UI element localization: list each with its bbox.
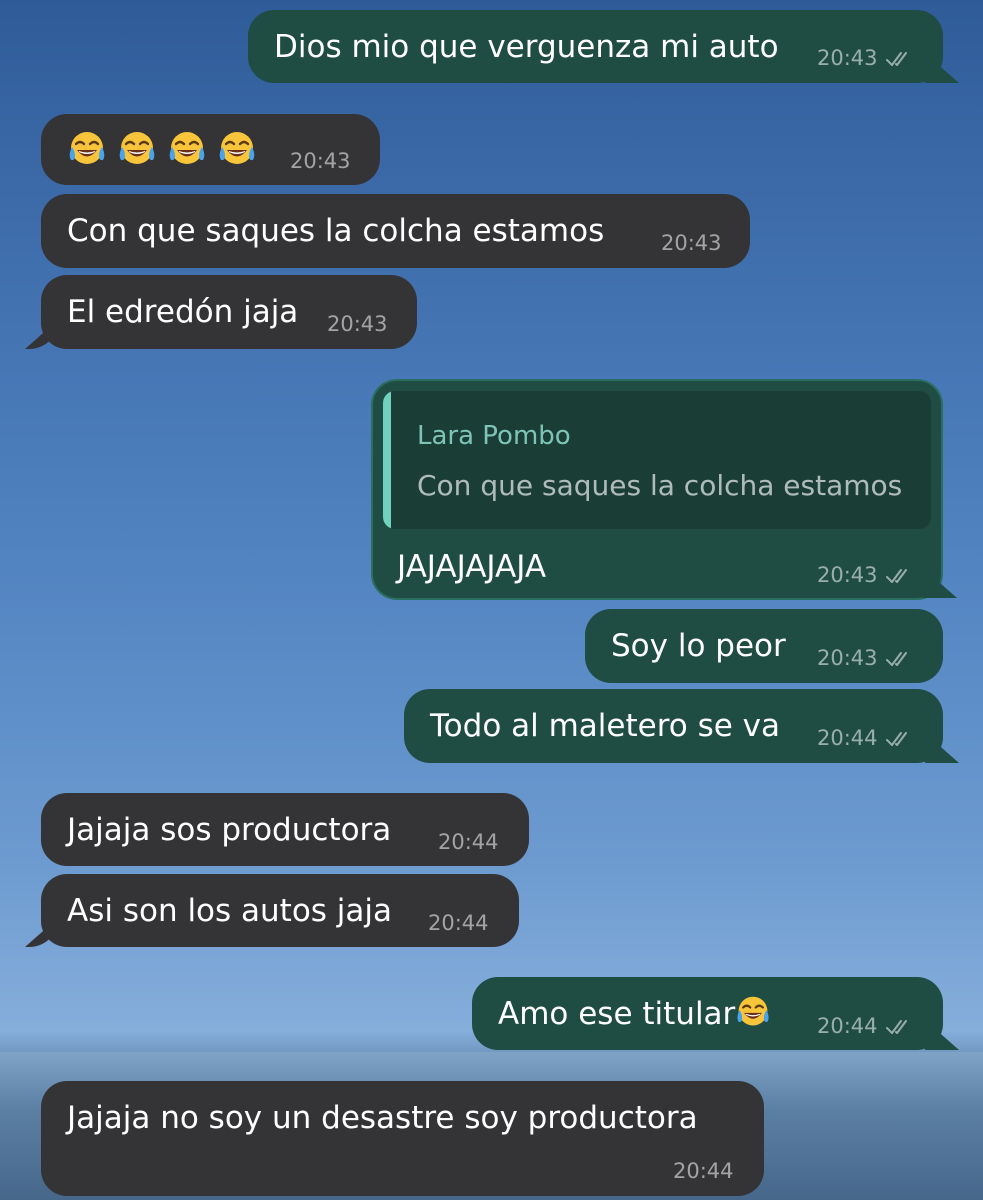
message-text: Soy lo peor <box>611 628 786 664</box>
laughing-emoji-icon <box>117 129 157 169</box>
message-time: 20:43 <box>817 46 878 70</box>
laughing-emoji-icon <box>217 129 257 169</box>
message-outgoing[interactable]: Dios mio que verguenza mi auto 20:43 <box>248 10 943 83</box>
read-receipt-icon <box>886 567 916 585</box>
message-incoming[interactable]: Jajaja sos productora 20:44 <box>41 793 529 866</box>
message-text: Jajaja sos productora <box>67 812 392 848</box>
read-receipt-icon <box>886 650 916 668</box>
message-time: 20:44 <box>817 726 878 750</box>
message-time: 20:43 <box>661 231 722 255</box>
message-incoming[interactable]: El edredón jaja 20:43 <box>41 275 417 349</box>
message-text: Con que saques la colcha estamos <box>67 213 605 249</box>
quoted-sender-name: Lara Pombo <box>417 421 571 451</box>
message-outgoing[interactable]: Amo ese titular 20:44 <box>472 977 943 1050</box>
message-text: El edredón jaja <box>67 294 299 330</box>
message-text: Todo al maletero se va <box>430 708 781 744</box>
message-outgoing[interactable]: Todo al maletero se va 20:44 <box>404 689 943 763</box>
message-time: 20:44 <box>673 1159 734 1183</box>
quoted-text: Con que saques la colcha estamos <box>417 469 903 502</box>
message-incoming[interactable]: Jajaja no soy un desastre soy productora… <box>41 1081 764 1196</box>
message-time: 20:43 <box>327 312 388 336</box>
message-incoming[interactable]: Con que saques la colcha estamos 20:43 <box>41 194 750 268</box>
message-text: Jajaja no soy un desastre soy productora <box>67 1100 698 1136</box>
message-outgoing-reply[interactable]: Lara Pombo Con que saques la colcha esta… <box>371 379 943 600</box>
message-outgoing[interactable]: Soy lo peor 20:43 <box>585 609 943 683</box>
laughing-emoji-icon <box>67 129 107 169</box>
message-text: Amo ese titular <box>498 996 736 1032</box>
read-receipt-icon <box>886 50 916 68</box>
laughing-emoji-icon <box>735 994 771 1030</box>
quoted-message[interactable]: Lara Pombo Con que saques la colcha esta… <box>383 391 931 529</box>
message-text-wrap: Amo ese titular <box>498 999 771 1030</box>
message-time: 20:43 <box>290 149 351 173</box>
message-text: JAJAJAJAJA <box>397 549 547 585</box>
read-receipt-icon <box>886 730 916 748</box>
quote-accent-bar <box>383 391 391 529</box>
message-time: 20:44 <box>428 911 489 935</box>
message-time: 20:43 <box>817 563 878 587</box>
message-text: Asi son los autos jaja <box>67 893 393 929</box>
message-incoming[interactable]: 20:43 <box>41 114 380 185</box>
message-time: 20:44 <box>817 1014 878 1038</box>
message-time: 20:43 <box>817 646 878 670</box>
emoji-row <box>67 129 257 169</box>
read-receipt-icon <box>886 1018 916 1036</box>
message-text: Dios mio que verguenza mi auto <box>274 29 779 65</box>
message-time: 20:44 <box>438 830 499 854</box>
message-incoming[interactable]: Asi son los autos jaja 20:44 <box>41 874 519 947</box>
laughing-emoji-icon <box>167 129 207 169</box>
